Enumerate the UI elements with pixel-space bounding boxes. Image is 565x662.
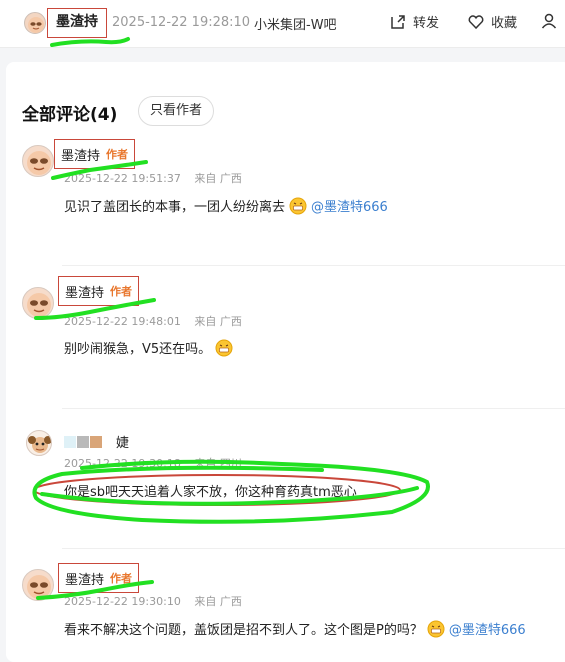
comment-meta: 2025-12-22 19:48:01 来自 广西 <box>64 313 252 329</box>
post-header-bar: 墨渣持 2025-12-22 19:28:10 小米集团-W吧 转发 收藏 <box>0 0 565 48</box>
share-label: 转发 <box>413 16 440 31</box>
comment-author-name[interactable]: 墨渣持 <box>65 282 104 301</box>
comment-avatar[interactable] <box>22 145 54 177</box>
comment-author-box[interactable]: 墨渣持 作者 <box>58 563 140 593</box>
post-time: 2025-12-22 19:28:10 <box>112 15 251 30</box>
author-badge: 作者 <box>106 148 129 161</box>
favorite-button[interactable]: 收藏 <box>467 12 517 31</box>
mention-link[interactable]: @墨渣特666 <box>449 619 526 638</box>
comment-text: 看来不解决这个问题，盖饭团是招不到人了。这个图是P的吗？ <box>64 623 423 638</box>
comment-author-name[interactable]: 墨渣持 <box>65 569 104 588</box>
author-name[interactable]: 墨渣持 <box>47 8 107 38</box>
comment-divider <box>62 548 565 549</box>
comment-time: 2025-12-22 19:48:01 <box>64 315 181 328</box>
comment-avatar[interactable] <box>26 430 52 456</box>
grin-emoji-icon <box>427 620 445 637</box>
comment-text-row: 别吵闹猴急，V5还在吗。 <box>64 338 233 357</box>
author-badge: 作者 <box>110 572 133 585</box>
comment-time: 2025-12-22 19:30:10 <box>64 595 181 608</box>
comments-title: 全部评论(4) <box>22 105 118 125</box>
comment-author-box[interactable]: 墨渣持 作者 <box>58 276 140 306</box>
blur-block <box>64 435 76 448</box>
comment-text: 别吵闹猴急，V5还在吗。 <box>64 342 212 357</box>
comment-author-name[interactable]: 婕 <box>116 432 129 451</box>
comment-time: 2025-12-22 19:30:18 <box>64 457 181 470</box>
comment-location: 来自 广西 <box>194 315 242 328</box>
comment-text-row: 你是sb吧天天追着人家不放，你这种育药真tm恶心 <box>64 481 357 500</box>
user-button[interactable] <box>540 12 564 30</box>
share-button[interactable]: 转发 <box>389 12 439 31</box>
forum-name[interactable]: 小米集团-W吧 <box>254 14 337 33</box>
comment-author-row[interactable]: 婕 <box>64 432 129 451</box>
mention-link[interactable]: @墨渣特666 <box>311 196 388 215</box>
comment-divider <box>62 265 565 266</box>
comment-location: 来自 四川 <box>194 457 242 470</box>
comment-divider <box>62 408 565 409</box>
comment-avatar[interactable] <box>22 287 54 319</box>
share-icon <box>391 14 405 29</box>
heart-icon <box>468 14 484 29</box>
comment-text: 见识了盖团长的本事，一团人纷纷离去 <box>64 200 286 215</box>
author-badge: 作者 <box>110 285 133 298</box>
comment-meta: 2025-12-22 19:51:37 来自 广西 <box>64 170 252 186</box>
blur-block <box>77 435 89 448</box>
author-avatar[interactable] <box>24 12 46 34</box>
comment-avatar[interactable] <box>22 569 54 601</box>
comment-location: 来自 广西 <box>194 172 242 185</box>
comment-author-name[interactable]: 墨渣持 <box>61 145 100 164</box>
comment-text-row: 看来不解决这个问题，盖饭团是招不到人了。这个图是P的吗？ @墨渣特666 <box>64 619 526 638</box>
comment-meta: 2025-12-22 19:30:10 来自 广西 <box>64 593 252 609</box>
blur-block <box>90 435 102 448</box>
user-icon <box>541 13 557 29</box>
comment-location: 来自 广西 <box>194 595 242 608</box>
comment-text-row: 见识了盖团长的本事，一团人纷纷离去 @墨渣特666 <box>64 196 388 215</box>
comment-time: 2025-12-22 19:51:37 <box>64 172 181 185</box>
comment-author-box[interactable]: 墨渣持 作者 <box>54 139 136 169</box>
favorite-label: 收藏 <box>491 16 518 31</box>
comment-text: 你是sb吧天天追着人家不放，你这种育药真tm恶心 <box>64 485 357 500</box>
only-author-button[interactable]: 只看作者 <box>138 96 214 126</box>
grin-emoji-icon <box>289 197 307 214</box>
comment-meta: 2025-12-22 19:30:18 来自 四川 <box>64 455 252 471</box>
grin-emoji-icon <box>215 339 233 356</box>
